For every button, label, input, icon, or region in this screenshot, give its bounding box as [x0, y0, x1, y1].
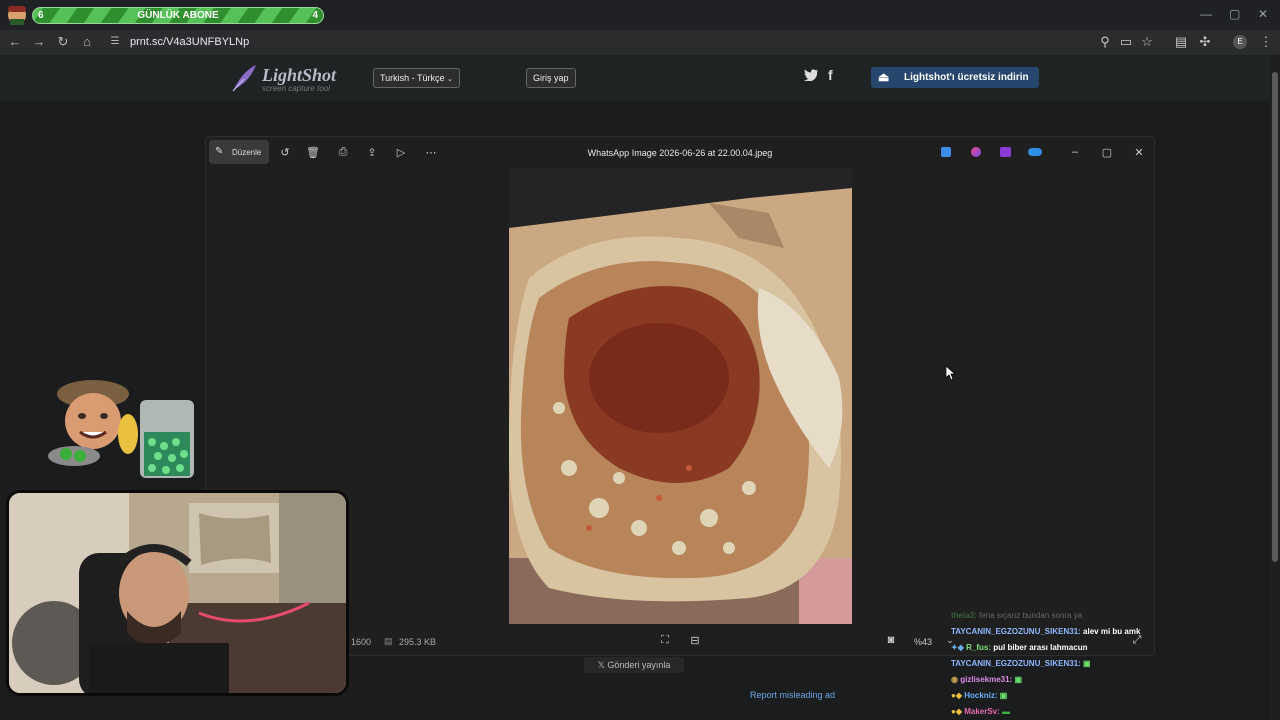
- chat-badge-icon: ●◆: [951, 691, 962, 700]
- mouse-cursor-icon: [945, 365, 957, 385]
- webcam-overlay: [6, 490, 349, 696]
- login-button[interactable]: Giriş yap: [526, 68, 576, 88]
- lightshot-header: [0, 55, 1270, 101]
- download-label: Lightshot'ı ücretsiz indirin: [904, 72, 1029, 83]
- close-window-icon[interactable]: ✕: [1258, 7, 1268, 21]
- lahmacun-photo: [509, 168, 852, 624]
- chat-badge-icon: ◉: [951, 675, 958, 684]
- chat-line: TAYCANIN_EGZOZUNU_SIKEN31: alev mi bu am…: [951, 627, 1140, 636]
- chat-line: TAYCANIN_EGZOZUNU_SIKEN31: ▣: [951, 659, 1091, 668]
- share-post-button[interactable]: 𝕏 Gönderi yayınla: [584, 657, 684, 673]
- chat-message: pul biber arası lahmacun: [993, 643, 1088, 652]
- chat-line: ✦◆ R_fus: pul biber arası lahmacun: [951, 643, 1087, 652]
- chat-message: alev mi bu amk: [1083, 627, 1141, 636]
- chat-username: gizlisekme31:: [960, 675, 1013, 684]
- twitter-icon[interactable]: [804, 69, 818, 84]
- download-icon: ⏏: [878, 70, 890, 84]
- x-logo-icon: 𝕏: [597, 660, 608, 670]
- chat-username: MakerSv:: [964, 707, 1000, 716]
- chat-badge-icon: ●◆: [951, 707, 962, 716]
- logo-subtitle: screen capture tool: [262, 84, 331, 93]
- viewer-title: WhatsApp Image 2026-06-26 at 22.00.04.jp…: [587, 148, 773, 158]
- streamer-emote-graphic: [48, 376, 198, 482]
- chat-username: TAYCANIN_EGZOZUNU_SIKEN31:: [951, 627, 1081, 636]
- profile-avatar[interactable]: E: [1233, 35, 1247, 49]
- chat-emote-icon: ▣: [999, 691, 1008, 700]
- chat-emote-icon: ▣: [1083, 659, 1091, 668]
- feather-logo-icon[interactable]: [230, 63, 258, 93]
- onedrive-icon[interactable]: [1028, 148, 1042, 156]
- menu-kebab-icon[interactable]: ⋮: [1257, 34, 1275, 50]
- site-info-icon[interactable]: ☰: [106, 36, 124, 47]
- forward-icon[interactable]: →: [30, 34, 48, 49]
- copilot-icon[interactable]: [971, 147, 981, 157]
- streamer-avatar: [4, 3, 30, 27]
- clipchamp-icon[interactable]: [1000, 147, 1011, 157]
- chat-username: theia3:: [951, 611, 977, 620]
- zoom-level[interactable]: %43: [914, 637, 932, 647]
- chat-line: theia3: fena sıçarız bundan sonra ya: [951, 611, 1082, 620]
- camera-icon[interactable]: ◙: [883, 634, 899, 646]
- reload-icon[interactable]: ↻: [54, 34, 72, 50]
- chat-emote-icon: ▣: [1014, 675, 1023, 684]
- viewer-maximize-icon[interactable]: ▢: [1099, 146, 1115, 159]
- sub-goal-label: GÜNLÜK ABONE: [137, 10, 219, 21]
- zoom-icon[interactable]: ⚲: [1096, 34, 1114, 50]
- chevron-down-icon: ⌄: [447, 76, 453, 83]
- chat-badge-icon: ✦◆: [951, 643, 964, 652]
- chat-line: ◉ gizlisekme31: ▣: [951, 675, 1022, 684]
- chat-message: fena sıçarız bundan sonra ya: [979, 611, 1083, 620]
- sidebar-icon[interactable]: ▤: [1172, 34, 1190, 50]
- chat-username: R_fus:: [966, 643, 991, 652]
- report-ad-link[interactable]: Report misleading ad: [750, 690, 835, 700]
- fit-to-window-icon[interactable]: ⛶: [657, 634, 673, 647]
- actual-size-icon[interactable]: ⊟: [687, 634, 703, 647]
- restore-icon[interactable]: ▢: [1229, 7, 1240, 21]
- chat-line: ●◆ MakerSv: ▬: [951, 707, 1010, 716]
- sub-goal-bar: 6 GÜNLÜK ABONE 4: [32, 7, 324, 24]
- download-button[interactable]: ⏏ Lightshot'ı ücretsiz indirin: [871, 67, 1039, 88]
- file-size: 295.3 KB: [399, 637, 437, 647]
- viewer-close-icon[interactable]: ✕: [1131, 146, 1147, 159]
- chat-username: TAYCANIN_EGZOZUNU_SIKEN31:: [951, 659, 1081, 668]
- language-select[interactable]: Turkish - Türkçe ⌄: [373, 68, 460, 88]
- minimize-icon[interactable]: —: [1200, 7, 1212, 21]
- cast-icon[interactable]: ▭: [1117, 34, 1135, 50]
- viewer-minimize-icon[interactable]: –: [1067, 146, 1083, 158]
- extensions-icon[interactable]: ✣: [1196, 34, 1214, 50]
- facebook-icon[interactable]: f: [828, 67, 833, 83]
- back-icon[interactable]: ←: [6, 34, 24, 49]
- url-field[interactable]: prnt.sc/V4a3UNFBYLNp: [130, 36, 249, 48]
- logo-title[interactable]: LightShot: [262, 65, 336, 86]
- chat-username: Hockniz:: [964, 691, 998, 700]
- home-icon[interactable]: ⌂: [78, 34, 96, 49]
- chat-emote-icon: ▬: [1002, 707, 1011, 716]
- file-icon: ▤: [384, 636, 393, 646]
- scrollbar-thumb[interactable]: [1272, 72, 1278, 562]
- bookmark-star-icon[interactable]: ☆: [1138, 34, 1156, 50]
- sub-goal-target: 4: [312, 10, 318, 21]
- chat-line: ●◆ Hockniz: ▣: [951, 691, 1007, 700]
- language-label: Turkish - Türkçe: [380, 73, 445, 83]
- share-post-label: Gönderi yayınla: [607, 660, 671, 670]
- photos-app-icon[interactable]: [941, 147, 951, 157]
